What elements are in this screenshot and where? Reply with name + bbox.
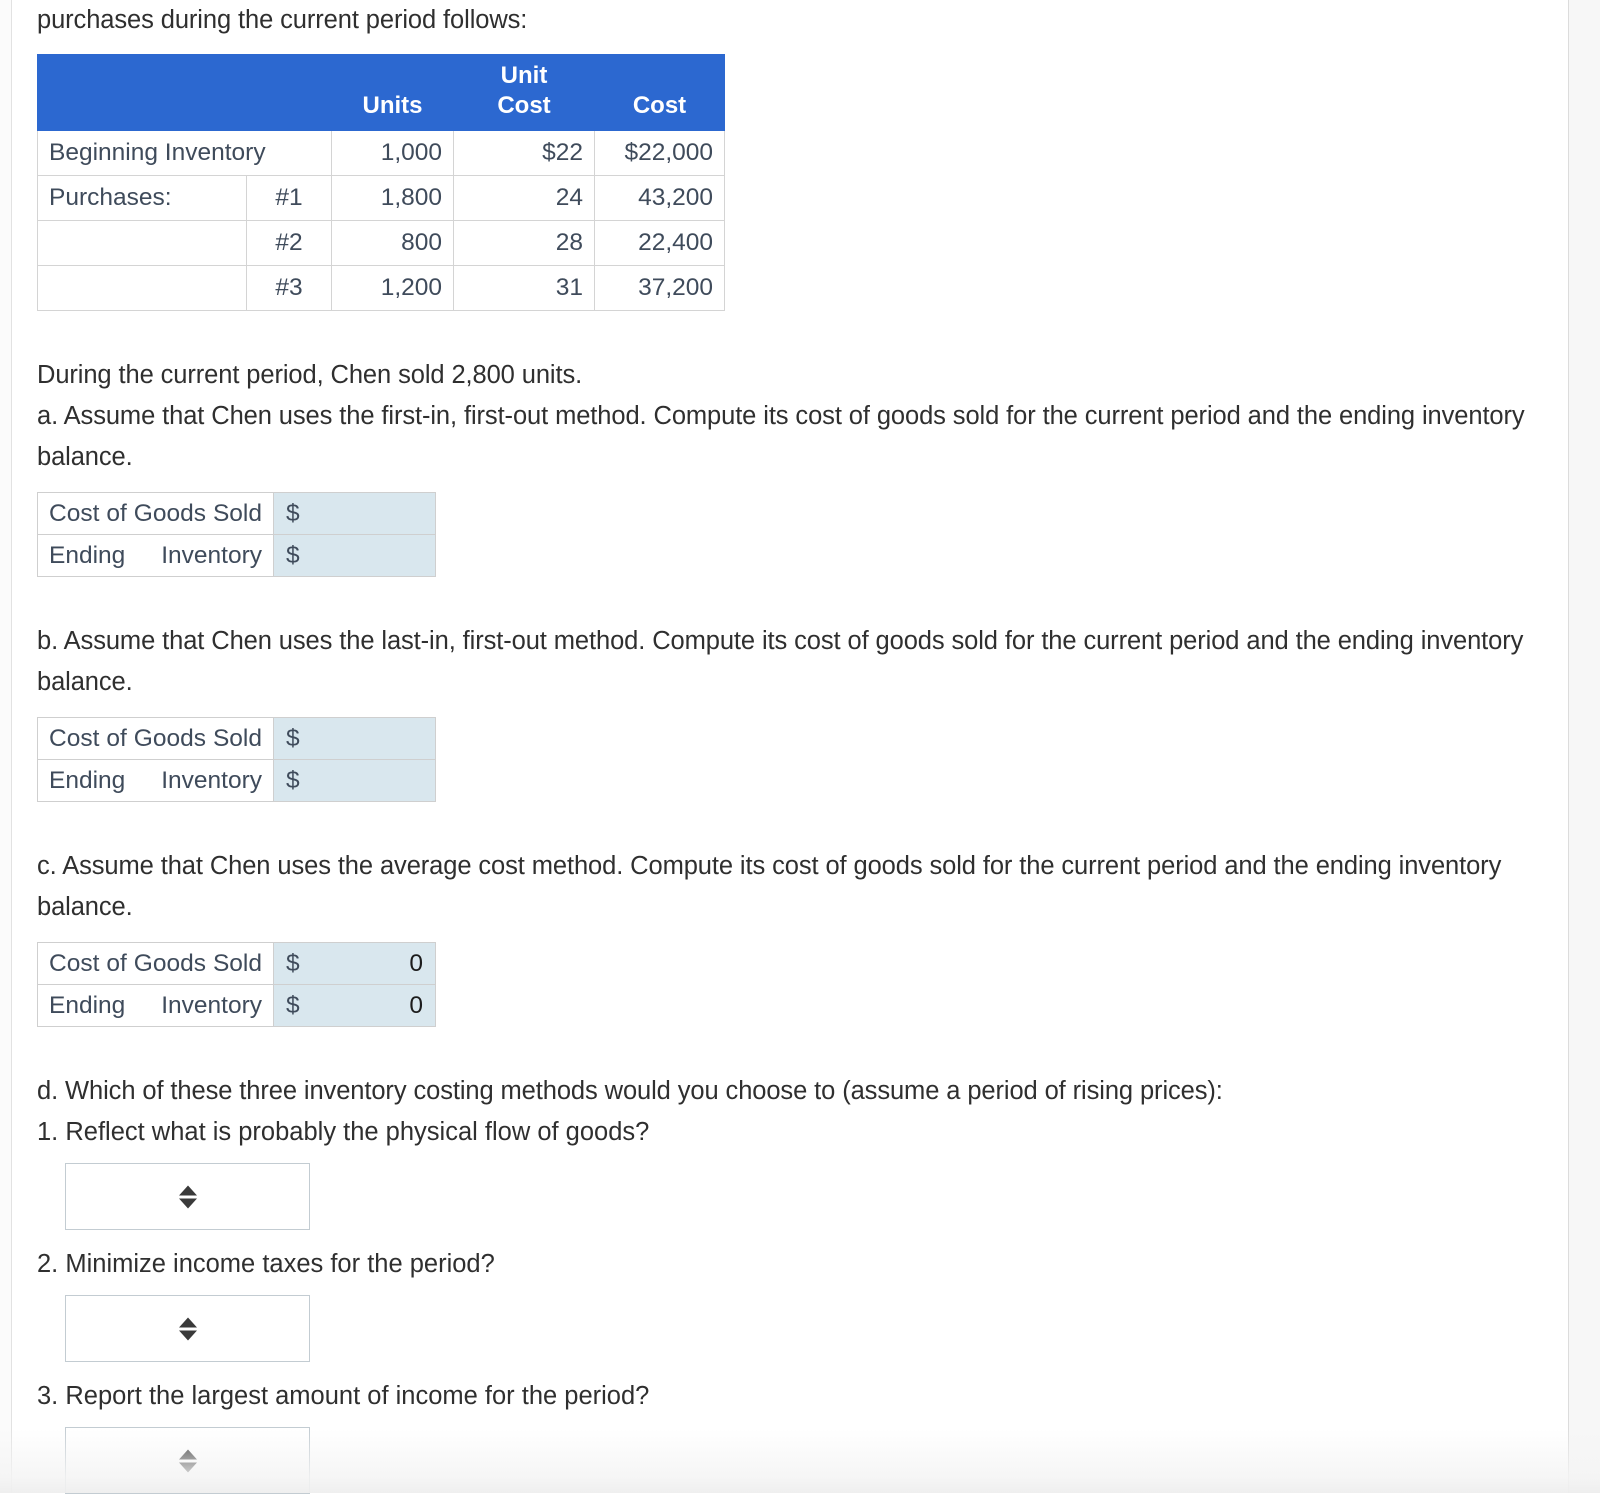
row-purchase-number: #2 [246, 220, 332, 266]
row-unit-cost: 31 [453, 265, 595, 311]
row-unit-cost: 24 [453, 175, 595, 221]
row-label [37, 265, 247, 311]
row-label: Purchases: [37, 175, 247, 221]
table-row: Cost of Goods Sold $ [37, 492, 436, 535]
units-sold-statement: During the current period, Chen sold 2,8… [37, 361, 583, 389]
method-select-3[interactable] [65, 1427, 310, 1494]
table-row: Purchases: #1 1,800 24 43,200 [37, 175, 725, 221]
cogs-input[interactable]: $ 0 [273, 942, 436, 985]
currency-symbol: $ [286, 724, 300, 752]
part-d-question-3: 3. Report the largest amount of income f… [37, 1382, 650, 1410]
part-d-question-1: 1. Reflect what is probably the physical… [37, 1118, 650, 1146]
table-row: Ending Inventory $ [37, 759, 436, 802]
row-cost: 43,200 [594, 175, 725, 221]
part-d-prompt: d. Which of these three inventory costin… [37, 1077, 1223, 1105]
cogs-label: Cost of Goods Sold [37, 492, 274, 535]
part-c-answer-table: Cost of Goods Sold $ 0 Ending Inventory … [37, 942, 436, 1027]
currency-symbol: $ [286, 991, 300, 1019]
header-units: Units [331, 54, 454, 131]
currency-symbol: $ [286, 949, 300, 977]
ending-inventory-value: 0 [409, 991, 423, 1019]
row-purchase-number: #3 [246, 265, 332, 311]
cogs-input[interactable]: $ [273, 717, 436, 760]
header-blank [37, 54, 332, 131]
row-unit-cost: 28 [453, 220, 595, 266]
lead-paragraph: purchases during the current period foll… [37, 6, 528, 34]
cogs-label: Cost of Goods Sold [37, 717, 274, 760]
row-units: 1,000 [331, 130, 454, 176]
row-cost: $22,000 [594, 130, 725, 176]
part-b-prompt: b. Assume that Chen uses the last-in, fi… [37, 627, 1524, 696]
currency-symbol: $ [286, 541, 300, 569]
row-label: Beginning Inventory [37, 130, 332, 176]
table-row: #3 1,200 31 37,200 [37, 265, 725, 311]
method-select-2[interactable] [65, 1295, 310, 1362]
row-units: 800 [331, 220, 454, 266]
ending-inventory-input[interactable]: $ 0 [273, 984, 436, 1027]
currency-symbol: $ [286, 499, 300, 527]
header-cost: Cost [594, 54, 725, 131]
table-row: Cost of Goods Sold $ 0 [37, 942, 436, 985]
part-a-answer-table: Cost of Goods Sold $ Ending Inventory $ [37, 492, 436, 577]
ending-inventory-input[interactable]: $ [273, 759, 436, 802]
ending-inventory-label: Ending Inventory [37, 984, 274, 1027]
row-cost: 22,400 [594, 220, 725, 266]
row-label [37, 220, 247, 266]
row-purchase-number: #1 [246, 175, 332, 221]
ending-inventory-input[interactable]: $ [273, 534, 436, 577]
part-c-prompt: c. Assume that Chen uses the average cos… [37, 852, 1502, 921]
part-a-prompt: a. Assume that Chen uses the first-in, f… [37, 402, 1525, 471]
question-content: purchases during the current period foll… [12, 0, 1568, 1494]
updown-spinner-icon [178, 1449, 197, 1472]
row-units: 1,200 [331, 265, 454, 311]
currency-symbol: $ [286, 766, 300, 794]
header-unit-cost-line2: Cost [497, 92, 551, 119]
row-unit-cost: $22 [453, 130, 595, 176]
left-gutter [0, 0, 11, 1493]
table-row: Ending Inventory $ [37, 534, 436, 577]
updown-spinner-icon [178, 1317, 197, 1340]
header-unit-cost-line1: Unit [500, 62, 548, 89]
inventory-data-table: Units Unit Cost Cost Beginning Inventory … [37, 54, 725, 311]
part-d-question-2: 2. Minimize income taxes for the period? [37, 1250, 495, 1278]
part-b-answer-table: Cost of Goods Sold $ Ending Inventory $ [37, 717, 436, 802]
table-row: #2 800 28 22,400 [37, 220, 725, 266]
updown-spinner-icon [178, 1185, 197, 1208]
cogs-value: 0 [409, 949, 423, 977]
cogs-input[interactable]: $ [273, 492, 436, 535]
cogs-label: Cost of Goods Sold [37, 942, 274, 985]
ending-inventory-label: Ending Inventory [37, 534, 274, 577]
row-cost: 37,200 [594, 265, 725, 311]
table-row: Ending Inventory $ 0 [37, 984, 436, 1027]
table-row: Beginning Inventory 1,000 $22 $22,000 [37, 130, 725, 176]
right-gutter [1569, 0, 1600, 1493]
row-units: 1,800 [331, 175, 454, 221]
inventory-header-row: Units Unit Cost Cost [37, 54, 725, 131]
table-row: Cost of Goods Sold $ [37, 717, 436, 760]
header-unit-cost: Unit Cost [453, 54, 595, 131]
method-select-1[interactable] [65, 1163, 310, 1230]
ending-inventory-label: Ending Inventory [37, 759, 274, 802]
